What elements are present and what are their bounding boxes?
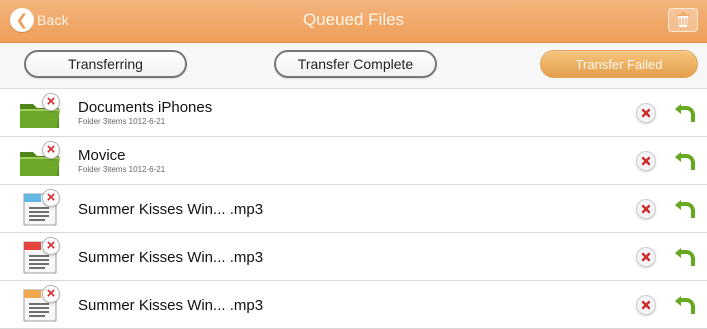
retry-icon [675, 296, 695, 314]
back-icon: ❮ [10, 8, 34, 32]
audio-file-red-icon: × [18, 237, 63, 276]
folder-icon: × [18, 141, 63, 180]
retry-icon [675, 152, 695, 170]
list-item[interactable]: × Summer Kisses Win... .mp3 [0, 185, 707, 233]
remove-icon [641, 252, 651, 262]
title-bar: ❮ Back Queued Files [0, 0, 707, 43]
back-label: Back [37, 12, 69, 28]
trash-button[interactable] [668, 8, 698, 32]
file-name: Movice [78, 147, 126, 164]
queued-files-screen: ❮ Back Queued Files Transferring Transfe… [0, 0, 707, 329]
file-name: Summer Kisses Win... .mp3 [78, 201, 264, 218]
retry-button[interactable] [671, 244, 697, 270]
file-name: Summer Kisses Win... .mp3 [78, 249, 264, 266]
retry-icon [675, 200, 695, 218]
file-name: Summer Kisses Win... .mp3 [78, 297, 264, 314]
remove-icon [641, 300, 651, 310]
folder-icon: × [18, 93, 63, 132]
back-button[interactable]: ❮ Back [10, 8, 77, 32]
retry-button[interactable] [671, 196, 697, 222]
tab-transfer-failed[interactable]: Transfer Failed [540, 50, 698, 78]
failed-transfer-list: × Documents iPhones Folder 3items 1012-6… [0, 89, 707, 329]
retry-button[interactable] [671, 148, 697, 174]
retry-button[interactable] [671, 292, 697, 318]
remove-button[interactable] [636, 103, 656, 123]
audio-file-orange-icon: × [18, 285, 63, 324]
audio-file-blue-icon: × [18, 189, 63, 228]
remove-icon [641, 156, 651, 166]
file-meta: Folder 3items 1012-6-21 [78, 117, 166, 126]
failed-badge-icon: × [42, 189, 60, 207]
list-item[interactable]: × Movice Folder 3items 1012-6-21 [0, 137, 707, 185]
trash-icon [677, 12, 689, 27]
file-name: Documents iPhones [78, 99, 213, 116]
remove-button[interactable] [636, 199, 656, 219]
failed-badge-icon: × [42, 141, 60, 159]
remove-icon [641, 108, 651, 118]
list-item[interactable]: × Summer Kisses Win... .mp3 [0, 233, 707, 281]
file-meta: Folder 3items 1012-6-21 [78, 165, 166, 174]
list-item[interactable]: × Summer Kisses Win... .mp3 [0, 281, 707, 329]
tab-transferring[interactable]: Transferring [24, 50, 187, 78]
remove-button[interactable] [636, 295, 656, 315]
transfer-status-tabs: Transferring Transfer Complete Transfer … [0, 43, 707, 89]
retry-button[interactable] [671, 100, 697, 126]
tab-transfer-complete[interactable]: Transfer Complete [274, 50, 437, 78]
list-item[interactable]: × Documents iPhones Folder 3items 1012-6… [0, 89, 707, 137]
failed-badge-icon: × [42, 237, 60, 255]
retry-icon [675, 104, 695, 122]
page-title: Queued Files [302, 10, 405, 29]
remove-icon [641, 204, 651, 214]
failed-badge-icon: × [42, 93, 60, 111]
remove-button[interactable] [636, 247, 656, 267]
remove-button[interactable] [636, 151, 656, 171]
retry-icon [675, 248, 695, 266]
failed-badge-icon: × [42, 285, 60, 303]
